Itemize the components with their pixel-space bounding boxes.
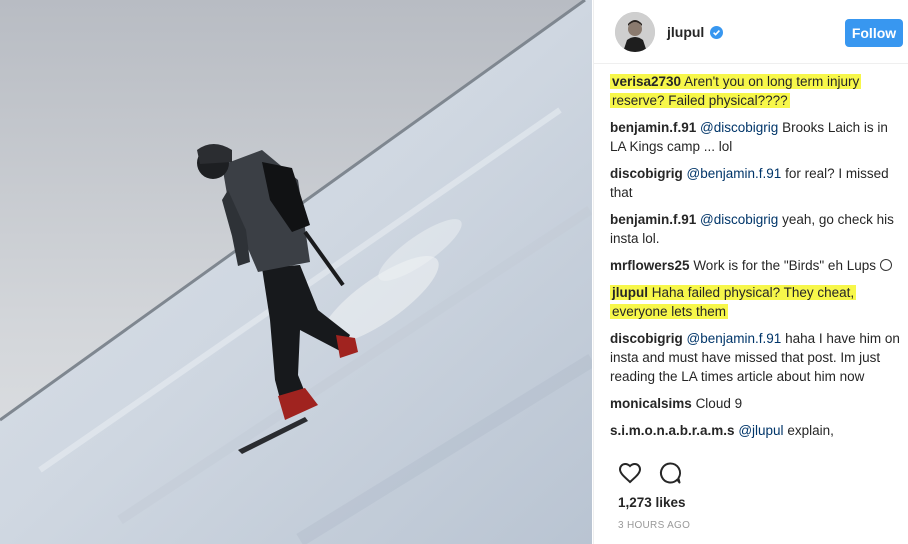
comment-item: benjamin.f.91 @discobigrig Brooks Laich … [610,118,900,156]
comment-item: mrflowers25 Work is for the "Birds" eh L… [610,256,900,275]
comment-username[interactable]: discobigrig [610,166,683,181]
comment-username[interactable]: verisa2730 [612,74,681,89]
comment-item: verisa2730 Aren't you on long term injur… [610,72,900,110]
comment-highlighted: verisa2730 Aren't you on long term injur… [610,74,862,108]
comment-item: discobigrig @benjamin.f.91 haha I have h… [610,329,900,386]
comment-mention[interactable]: @benjamin.f.91 [687,166,782,181]
post-panel: jlupul Follow verisa2730 Aren't you on l… [593,0,908,544]
snowboarder-photo [0,0,592,544]
post-timestamp[interactable]: 3 HOURS AGO [618,520,690,531]
follow-button[interactable]: Follow [845,19,903,47]
comment-username[interactable]: discobigrig [610,331,683,346]
comment-list: verisa2730 Aren't you on long term injur… [610,72,900,448]
smile-emoji-icon [879,259,892,271]
heart-icon[interactable] [618,461,642,485]
comment-username[interactable]: s.i.m.o.n.a.b.r.a.m.s [610,423,735,438]
comment-username[interactable]: monicalsims [610,396,692,411]
comment-username[interactable]: mrflowers25 [610,258,690,273]
comment-mention[interactable]: @benjamin.f.91 [687,331,782,346]
comment-text: explain, [787,423,834,438]
comment-highlighted: jlupul Haha failed physical? They cheat,… [610,285,857,319]
comment-text: Haha failed physical? They cheat, everyo… [612,285,855,319]
avatar-image [615,12,655,52]
comment-item: discobigrig @benjamin.f.91 for real? I m… [610,164,900,202]
comment-username[interactable]: jlupul [612,285,648,300]
post-username[interactable]: jlupul [667,24,704,40]
comment-item: jlupul Haha failed physical? They cheat,… [610,283,900,321]
comment-mention[interactable]: @jlupul [738,423,783,438]
comment-text: Cloud 9 [695,396,743,411]
comment-username[interactable]: benjamin.f.91 [610,120,696,135]
comment-mention[interactable]: @discobigrig [700,120,778,135]
post-photo[interactable] [0,0,592,544]
verified-badge-icon [710,26,723,39]
comment-mention[interactable]: @discobigrig [700,212,778,227]
comment-item: s.i.m.o.n.a.b.r.a.m.s @jlupul explain, [610,421,900,440]
like-count[interactable]: 1,273 likes [618,495,686,510]
comment-username[interactable]: benjamin.f.91 [610,212,696,227]
post-header: jlupul Follow [594,0,908,64]
comment-item: monicalsims Cloud 9 [610,394,900,413]
comment-item: benjamin.f.91 @discobigrig yeah, go chec… [610,210,900,248]
comment-text: Work is for the "Birds" eh Lups [693,258,876,273]
avatar[interactable] [615,12,655,52]
comment-bubble-icon[interactable] [658,461,682,485]
